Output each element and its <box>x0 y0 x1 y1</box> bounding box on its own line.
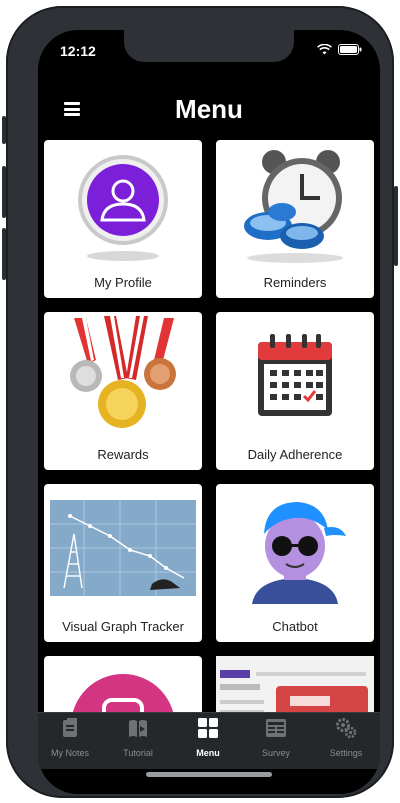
tab-label: Survey <box>261 748 290 758</box>
notes-icon <box>63 718 77 737</box>
menu-card-reminders[interactable]: Reminders <box>216 140 374 298</box>
tab-my-notes[interactable]: My Notes <box>40 717 100 765</box>
menu-card-chatbot[interactable]: Chatbot <box>216 484 374 642</box>
tab-label: Tutorial <box>123 748 153 758</box>
app-badge-icon <box>72 674 174 712</box>
graph-tracker-icon <box>50 500 196 596</box>
status-time: 12:12 <box>60 43 96 59</box>
mute-switch <box>2 116 6 144</box>
notch <box>124 30 294 62</box>
tab-tutorial[interactable]: Tutorial <box>108 717 168 765</box>
book-icon <box>129 720 147 737</box>
survey-icon <box>266 719 286 737</box>
menu-card-label: Chatbot <box>272 619 318 634</box>
wifi-icon <box>317 44 332 55</box>
app-header: Menu <box>38 92 380 132</box>
menu-card-rewards[interactable]: Rewards <box>44 312 202 470</box>
gear-icon <box>336 718 357 739</box>
menu-card-label: Daily Adherence <box>247 447 343 462</box>
profile-icon <box>78 155 168 261</box>
phone-frame: 12:12 Menu My Profile Reminders Rewards … <box>2 6 398 798</box>
menu-grid: My Profile Reminders Rewards Daily Adher… <box>44 140 376 712</box>
screen: 12:12 Menu My Profile Reminders Rewards … <box>38 30 380 794</box>
tab-label: Menu <box>196 748 220 758</box>
tab-settings[interactable]: Settings <box>316 717 376 765</box>
menu-card-visual-graph-tracker[interactable]: Visual Graph Tracker <box>44 484 202 642</box>
reminder-clock-icon <box>244 150 343 263</box>
tab-label: My Notes <box>50 748 89 758</box>
home-indicator[interactable] <box>146 772 272 777</box>
power-button <box>394 186 398 266</box>
menu-card-daily-adherence[interactable]: Daily Adherence <box>216 312 374 470</box>
chatbot-avatar-icon <box>252 502 346 604</box>
status-icons <box>317 44 362 55</box>
tab-survey[interactable]: Survey <box>246 717 306 765</box>
tab-label: Settings <box>329 748 363 758</box>
menu-card-label: Reminders <box>263 275 327 290</box>
menu-card-label: Visual Graph Tracker <box>62 619 184 634</box>
grid-icon <box>198 718 218 738</box>
web-page-preview-icon <box>216 656 374 712</box>
battery-icon <box>338 44 362 55</box>
menu-card-partial-left[interactable] <box>44 656 202 712</box>
menu-card-label: My Profile <box>94 275 152 290</box>
calendar-icon <box>258 334 332 416</box>
medals-icon <box>70 316 176 428</box>
page-title: Menu <box>175 94 243 124</box>
menu-card-partial-right[interactable] <box>216 656 374 712</box>
volume-up-button <box>2 166 6 218</box>
bottom-tab-bar: My Notes Tutorial Menu Survey Settings <box>38 712 380 769</box>
menu-card-my-profile[interactable]: My Profile <box>44 140 202 298</box>
menu-card-label: Rewards <box>97 447 149 462</box>
volume-down-button <box>2 228 6 280</box>
tab-menu[interactable]: Menu <box>178 717 238 765</box>
